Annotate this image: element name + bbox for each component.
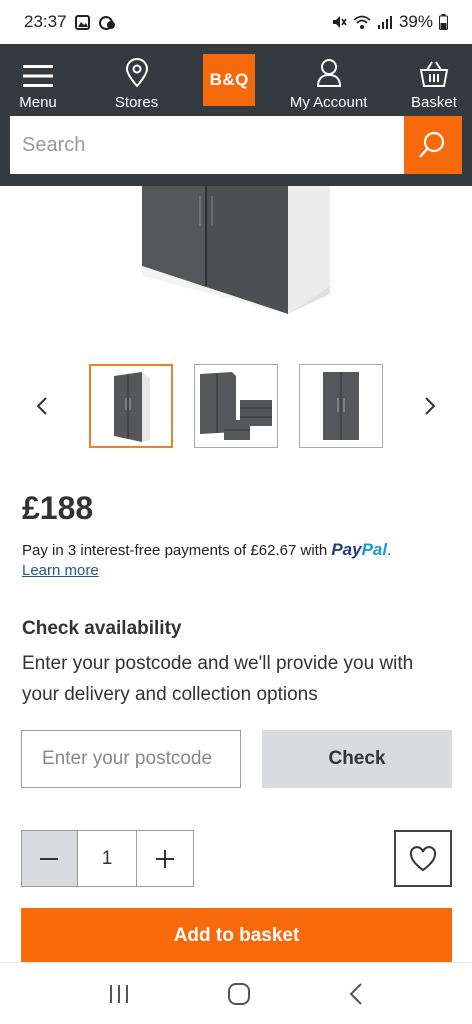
- plus-icon: [156, 849, 175, 868]
- postcode-input[interactable]: [21, 730, 241, 788]
- stores-button[interactable]: Stores: [105, 49, 169, 111]
- search-button[interactable]: [404, 116, 462, 174]
- product-main-image[interactable]: [0, 186, 472, 336]
- thumb-wardrobe-front-icon: [323, 372, 359, 440]
- battery-percent: 39%: [398, 12, 433, 31]
- site-header: Menu Stores B&Q My Account Basket: [0, 44, 472, 186]
- gallery-thumb-3[interactable]: [299, 364, 383, 448]
- chevron-right-icon: [425, 397, 436, 415]
- paypal-installments: Pay in 3 interest-free payments of £62.6…: [22, 540, 392, 559]
- mute-icon: [332, 16, 347, 28]
- wifi-icon: [353, 15, 371, 29]
- basket-label: Basket: [411, 94, 457, 111]
- my-account-button[interactable]: My Account: [289, 49, 368, 111]
- search-bar: [10, 116, 462, 174]
- sync-notification-icon: [98, 15, 115, 30]
- basket-icon: [419, 61, 449, 87]
- status-left: 23:37: [24, 12, 116, 32]
- check-button[interactable]: Check: [262, 730, 452, 788]
- recent-apps-icon[interactable]: [108, 983, 130, 1005]
- quantity-stepper: 1: [21, 830, 194, 887]
- gallery-thumb-2[interactable]: [194, 364, 278, 448]
- location-pin-icon: [125, 58, 148, 88]
- user-icon: [316, 59, 341, 87]
- wardrobe-image: [142, 186, 330, 314]
- quantity-increase-button[interactable]: [137, 831, 193, 886]
- gallery-notification-icon: [74, 14, 90, 30]
- learn-more-link[interactable]: Learn more: [22, 562, 99, 579]
- quantity-decrease-button[interactable]: [22, 831, 78, 886]
- gallery-next-button[interactable]: [418, 394, 442, 418]
- thumb-furniture-set-icon: [200, 372, 272, 440]
- bq-logo[interactable]: B&Q: [203, 54, 256, 106]
- back-icon[interactable]: [348, 982, 364, 1006]
- battery-icon: [439, 14, 448, 30]
- gallery-thumb-1[interactable]: [89, 364, 173, 448]
- my-account-label: My Account: [289, 94, 368, 111]
- home-icon[interactable]: [227, 982, 251, 1006]
- image-gallery: [0, 364, 472, 450]
- paypal-logo: PayPal: [331, 540, 388, 559]
- status-time: 23:37: [24, 12, 67, 31]
- minus-icon: [40, 857, 59, 860]
- search-icon: [419, 131, 445, 158]
- search-input[interactable]: [10, 116, 404, 174]
- heart-icon: [409, 845, 437, 871]
- main-nav: Menu Stores B&Q My Account Basket: [0, 44, 472, 116]
- quantity-value[interactable]: 1: [78, 831, 138, 886]
- hamburger-icon: [23, 65, 53, 87]
- paypal-text: Pay in 3 interest-free payments of £62.6…: [22, 542, 328, 559]
- check-availability-description: Enter your postcode and we'll provide yo…: [22, 653, 414, 705]
- signal-icon: [377, 16, 392, 29]
- gallery-prev-button[interactable]: [30, 394, 54, 418]
- system-navigation-bar: [0, 962, 472, 1024]
- check-availability-heading: Check availability: [22, 618, 182, 639]
- thumb-wardrobe-icon: [114, 372, 150, 442]
- wishlist-button[interactable]: [394, 830, 452, 887]
- status-bar: 23:37 39%: [0, 0, 472, 44]
- menu-button[interactable]: Menu: [6, 49, 70, 111]
- stores-label: Stores: [114, 94, 159, 111]
- add-to-basket-button[interactable]: Add to basket: [21, 908, 452, 964]
- chevron-left-icon: [36, 397, 47, 415]
- basket-button[interactable]: Basket: [402, 49, 466, 111]
- status-right: 39%: [331, 12, 448, 32]
- menu-label: Menu: [19, 94, 57, 111]
- product-price: £188: [22, 490, 94, 526]
